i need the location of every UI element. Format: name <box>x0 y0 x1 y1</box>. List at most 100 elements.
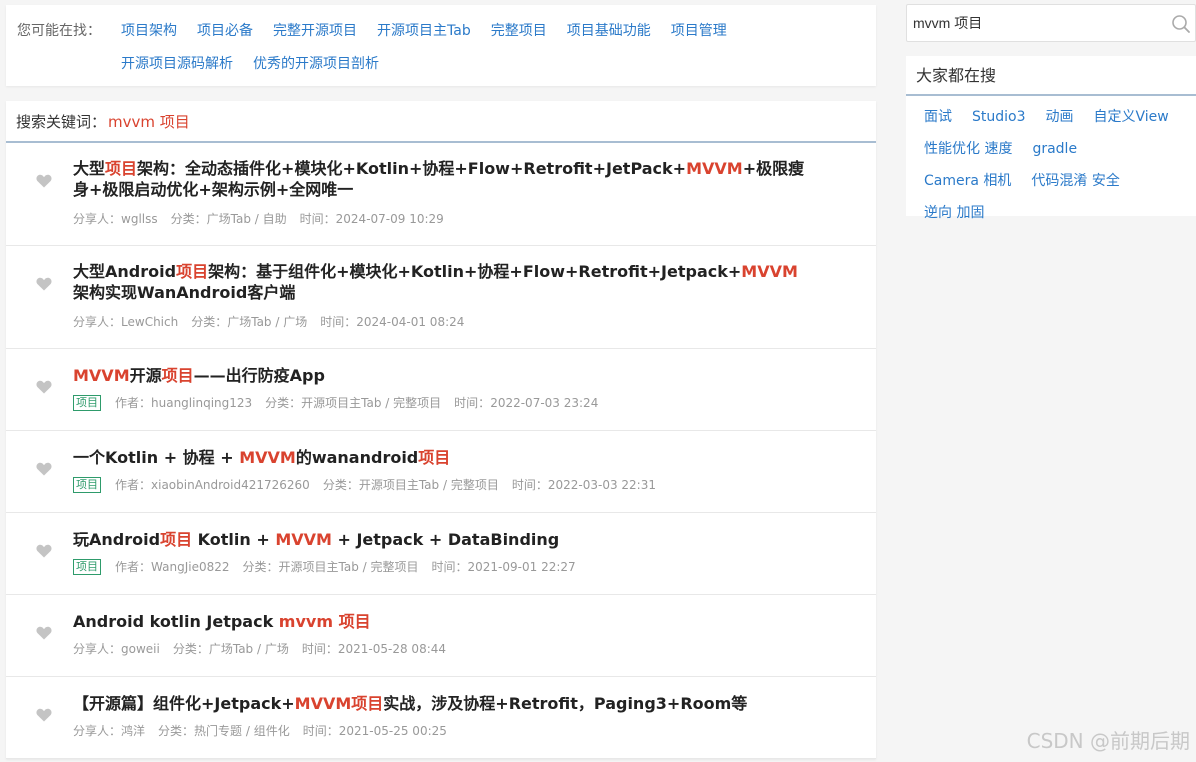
title-text: 大型Android <box>73 262 177 281</box>
suggestion-links: 项目架构 项目必备 完整开源项目 开源项目主Tab 完整项目 项目基础功能 项目… <box>121 21 821 86</box>
keyword-value: mvvm 项目 <box>108 112 190 131</box>
category-value: 热门专题 / 组件化 <box>194 724 290 738</box>
result-title[interactable]: 玩Android项目 Kotlin + MVVM + Jetpack + Dat… <box>73 513 813 550</box>
result-item: 玩Android项目 Kotlin + MVVM + Jetpack + Dat… <box>6 513 876 595</box>
person-value: xiaobinAndroid421726260 <box>151 477 310 492</box>
results-panel: 搜索关键词： mvvm 项目 大型项目架构：全动态插件化+模块化+Kotlin+… <box>6 101 876 759</box>
time-label: 时间： <box>301 642 338 656</box>
title-text: 实战，涉及协程+Retrofit，Paging3+Room等 <box>383 694 748 713</box>
title-highlight: mvvm 项目 <box>278 612 371 631</box>
person-label: 作者： <box>115 560 152 574</box>
suggestion-link[interactable]: 优秀的开源项目剖析 <box>253 54 379 77</box>
hot-search-link[interactable]: 面试 <box>924 106 952 128</box>
person-value: huanglinqing123 <box>151 395 253 410</box>
suggestion-panel: 您可能在找： 项目架构 项目必备 完整开源项目 开源项目主Tab 完整项目 项目… <box>6 5 876 86</box>
category-value: 广场Tab / 广场 <box>208 642 289 656</box>
watermark: CSDN @前期后期 <box>1026 729 1190 753</box>
result-item: 大型项目架构：全动态插件化+模块化+Kotlin+协程+Flow+Retrofi… <box>6 143 876 246</box>
main-column: 您可能在找： 项目架构 项目必备 完整开源项目 开源项目主Tab 完整项目 项目… <box>6 5 876 759</box>
hot-search-link[interactable]: gradle <box>1032 138 1077 160</box>
suggestion-link[interactable]: 项目管理 <box>671 21 727 44</box>
time-value: 2022-03-03 22:31 <box>547 477 656 492</box>
suggestion-link[interactable]: 项目基础功能 <box>567 21 651 44</box>
suggestion-label: 您可能在找： <box>17 23 101 39</box>
title-highlight: 项目 <box>160 530 193 549</box>
time-value: 2021-05-25 00:25 <box>338 723 447 738</box>
title-text: 大型 <box>73 159 106 178</box>
title-highlight: 项目 <box>176 262 209 281</box>
category-label: 分类： <box>265 396 302 410</box>
result-item: MVVM开源项目——出行防疫App 项目 作者： huanglinqing123 分类：… <box>6 349 876 431</box>
result-tag: 项目 <box>73 558 101 575</box>
title-highlight: 项目 <box>418 448 451 467</box>
sidebar: 大家都在搜 面试 Studio3 动画 自定义View 性能优化 速度 grad… <box>906 4 1196 221</box>
result-title[interactable]: MVVM开源项目——出行防疫App <box>73 349 813 386</box>
suggestion-link[interactable]: 完整项目 <box>491 21 547 44</box>
suggestion-link[interactable]: 项目架构 <box>121 21 177 44</box>
keyword-bar: 搜索关键词： mvvm 项目 <box>6 101 876 143</box>
heart-icon[interactable] <box>36 277 52 291</box>
heart-icon[interactable] <box>36 462 52 476</box>
hot-search-link[interactable]: Studio3 <box>972 106 1026 128</box>
time-label: 时间： <box>299 212 336 226</box>
hot-search-link[interactable]: 自定义View <box>1094 106 1169 128</box>
suggestion-link[interactable]: 开源项目源码解析 <box>121 54 233 77</box>
time-label: 时间： <box>320 315 357 329</box>
time-value: 2021-05-28 08:44 <box>337 641 447 656</box>
suggestion-link[interactable]: 项目必备 <box>197 21 253 44</box>
result-title[interactable]: 一个Kotlin + 协程 + MVVM的wanandroid项目 <box>73 431 813 468</box>
heart-icon[interactable] <box>36 544 52 558</box>
title-highlight: MVVM <box>275 530 332 549</box>
result-title[interactable]: 大型项目架构：全动态插件化+模块化+Kotlin+协程+Flow+Retrofi… <box>73 143 813 200</box>
time-label: 时间： <box>431 560 468 574</box>
result-title[interactable]: 大型Android项目架构：基于组件化+模块化+Kotlin+协程+Flow+R… <box>73 246 813 303</box>
category-label: 分类： <box>158 724 195 738</box>
title-text: 一个Kotlin + 协程 + <box>73 448 240 467</box>
hot-search-link[interactable]: 逆向 加固 <box>924 202 984 224</box>
title-text: 【开源篇】组件化+Jetpack+ <box>73 694 295 713</box>
heart-icon[interactable] <box>36 174 52 188</box>
person-value: 鸿洋 <box>121 724 146 738</box>
category-label: 分类： <box>191 315 228 329</box>
result-meta: 项目 作者： huanglinqing123 分类： 开源项目主Tab / 完整项目 时间… <box>73 394 876 411</box>
heart-icon[interactable] <box>36 380 52 394</box>
heart-icon[interactable] <box>36 626 52 640</box>
person-label: 分享人： <box>73 212 122 226</box>
person-label: 分享人： <box>73 315 122 329</box>
time-value: 2024-07-09 10:29 <box>335 211 444 226</box>
suggestion-link[interactable]: 开源项目主Tab <box>377 21 471 44</box>
category-value: 开源项目主Tab / 完整项目 <box>301 396 442 410</box>
hot-search-link[interactable]: 性能优化 速度 <box>924 138 1012 160</box>
result-meta: 分享人： LewChich 分类： 广场Tab / 广场 时间： 2024-04-01 0… <box>73 313 876 330</box>
hot-search-link[interactable]: 动画 <box>1046 106 1074 128</box>
suggestion-link[interactable]: 完整开源项目 <box>273 21 357 44</box>
title-text: 开源 <box>129 366 162 385</box>
search-input[interactable] <box>907 5 1195 41</box>
title-highlight: MVVM <box>73 366 130 385</box>
title-text: Kotlin + <box>192 530 276 549</box>
title-highlight: 项目 <box>105 159 138 178</box>
title-text: 架构：全动态插件化+模块化+Kotlin+协程+Flow+Retrofit+Je… <box>137 159 687 178</box>
category-label: 分类： <box>170 212 207 226</box>
title-text: ——出行防疫App <box>193 366 325 385</box>
title-highlight: MVVM <box>239 448 296 467</box>
result-title[interactable]: Android kotlin Jetpack mvvm 项目 <box>73 595 813 632</box>
result-list: 大型项目架构：全动态插件化+模块化+Kotlin+协程+Flow+Retrofi… <box>6 143 876 759</box>
search-icon[interactable] <box>1171 14 1191 34</box>
heart-icon[interactable] <box>36 708 52 722</box>
hot-search-link[interactable]: Camera 相机 <box>924 170 1011 192</box>
hot-search-link[interactable]: 代码混淆 安全 <box>1031 170 1119 192</box>
person-value: wgllss <box>121 211 158 226</box>
result-title[interactable]: 【开源篇】组件化+Jetpack+MVVM项目实战，涉及协程+Retrofit，… <box>73 677 813 714</box>
title-text: 的wanandroid <box>295 448 419 467</box>
time-value: 2022-07-03 23:24 <box>490 395 599 410</box>
result-tag: 项目 <box>73 394 101 411</box>
hot-search-title: 大家都在搜 <box>906 56 1196 96</box>
search-box <box>906 4 1196 42</box>
person-value: WangJie0822 <box>151 559 230 574</box>
category-label: 分类： <box>172 642 209 656</box>
title-text: 玩Android <box>73 530 161 549</box>
result-tag: 项目 <box>73 476 101 493</box>
result-item: Android kotlin Jetpack mvvm 项目 分享人： goweii… <box>6 595 876 677</box>
hot-search-panel: 大家都在搜 面试 Studio3 动画 自定义View 性能优化 速度 grad… <box>906 56 1196 221</box>
